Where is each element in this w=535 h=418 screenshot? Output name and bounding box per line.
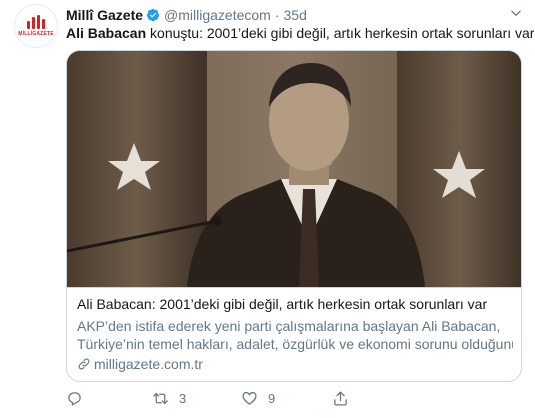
retweet-icon: [153, 392, 168, 404]
card-image: [67, 51, 521, 287]
separator-dot: ·: [274, 7, 280, 23]
like-count: 9: [268, 390, 276, 406]
tweet-text-rest: konuştu: 2001’deki gibi değil, artık her…: [146, 25, 535, 41]
tweet[interactable]: MİLLİGAZETE Millî Gazete @milligazetecom…: [0, 0, 535, 418]
heart-icon: [242, 391, 257, 405]
card-description: AKP’den istifa ederek yeni parti çalışma…: [77, 317, 513, 353]
share-button[interactable]: [332, 388, 349, 408]
link-icon: [78, 358, 90, 370]
like-button[interactable]: 9: [241, 388, 275, 408]
retweet-count: 3: [179, 390, 187, 406]
chevron-down-icon[interactable]: [509, 6, 523, 20]
retweet-button[interactable]: 3: [152, 388, 186, 408]
tweet-header: Millî Gazete @milligazetecom · 35d: [66, 6, 307, 24]
card-description-line-1: AKP’den istifa ederek yeni parti çalışma…: [77, 318, 501, 334]
reply-button[interactable]: [66, 388, 93, 408]
card-description-line-2: Türkiye’nin temel hakları, adalet, özgür…: [77, 336, 513, 352]
author-handle[interactable]: @milligazetecom: [164, 7, 271, 23]
share-icon: [334, 390, 347, 406]
reply-icon: [68, 391, 81, 406]
avatar-logo-text: MİLLİGAZETE: [18, 31, 54, 37]
link-card[interactable]: Ali Babacan: 2001’deki gibi değil, artık…: [66, 50, 522, 382]
tweet-actions: 3 9: [66, 388, 366, 408]
tweet-text-bold: Ali Babacan: [66, 25, 147, 41]
card-url-text: milligazete.com.tr: [94, 356, 203, 372]
tweet-text: Ali Babacan konuştu: 2001’deki gibi deği…: [66, 24, 534, 42]
verified-badge-icon: [146, 8, 160, 22]
card-body: Ali Babacan: 2001’deki gibi değil, artık…: [67, 287, 521, 381]
author-name[interactable]: Millî Gazete: [66, 7, 143, 23]
card-url: milligazete.com.tr: [77, 355, 513, 373]
logo-mark-icon: [27, 15, 45, 29]
card-title: Ali Babacan: 2001’deki gibi değil, artık…: [77, 296, 488, 312]
tweet-timestamp[interactable]: 35d: [284, 7, 307, 23]
avatar[interactable]: MİLLİGAZETE: [14, 4, 58, 48]
